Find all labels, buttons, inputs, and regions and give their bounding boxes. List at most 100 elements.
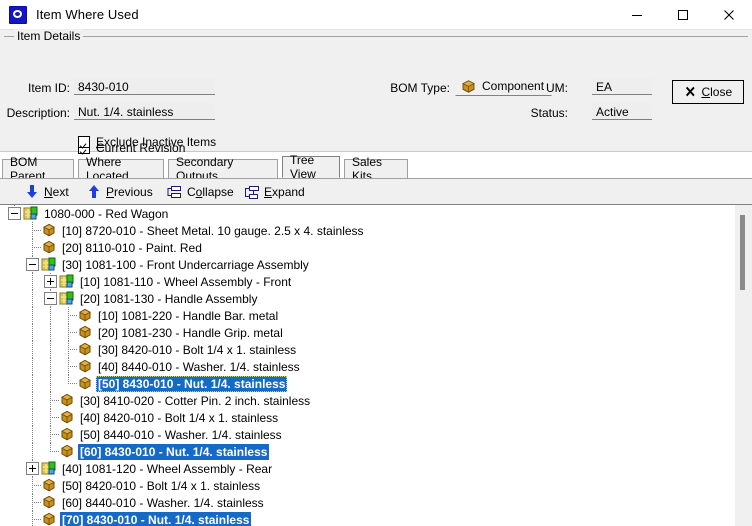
tree-item-label: [50] 8420-010 - Bolt 1/4 x 1. stainless bbox=[62, 478, 261, 493]
um-field[interactable]: EA bbox=[592, 78, 652, 95]
tree-toolbar: Next Previous Collapse Expand bbox=[0, 178, 752, 204]
tree-item-label: [20] 1081-130 - Handle Assembly bbox=[80, 291, 258, 306]
tree-item-label: [10] 1081-220 - Handle Bar. metal bbox=[98, 308, 279, 323]
tree-item[interactable]: [20] 1081-230 - Handle Grip. metal bbox=[0, 324, 728, 341]
close-x-icon: ✕ bbox=[684, 83, 696, 101]
collapse-node-icon[interactable] bbox=[44, 292, 57, 305]
expand-node-icon[interactable] bbox=[26, 462, 39, 475]
tree-item-label: [10] 8720-010 - Sheet Metal. 10 gauge. 2… bbox=[62, 223, 364, 238]
tab-tree-view[interactable]: Tree View bbox=[282, 153, 340, 181]
tree-item[interactable]: [30] 1081-100 - Front Undercarriage Asse… bbox=[0, 256, 728, 273]
tree-item[interactable]: [10] 1081-220 - Handle Bar. metal bbox=[0, 307, 728, 324]
component-icon bbox=[77, 308, 93, 323]
assembly-icon bbox=[41, 461, 57, 476]
tab-bom-parent[interactable]: BOM Parent bbox=[2, 155, 74, 183]
expand-node-icon[interactable] bbox=[44, 275, 57, 288]
tree-connector-line bbox=[50, 434, 60, 435]
tab-where-located[interactable]: Where Located bbox=[78, 155, 164, 183]
expand-label: Expand bbox=[264, 185, 305, 199]
collapse-node-icon[interactable] bbox=[26, 258, 39, 271]
tree-item[interactable]: [40] 8440-010 - Washer. 1/4. stainless bbox=[0, 358, 728, 375]
next-button[interactable]: Next bbox=[22, 182, 73, 202]
tree-guide-line bbox=[32, 358, 33, 375]
tree-guide-line bbox=[50, 358, 51, 375]
item-details-form: Item Details Item ID: 8430-010 Descripti… bbox=[0, 29, 752, 155]
description-field[interactable]: Nut. 1/4. stainless bbox=[74, 103, 215, 120]
tree-item[interactable]: 1080-000 - Red Wagon bbox=[0, 205, 728, 222]
tab-strip: BOM Parent Where Located Secondary Outputs… bbox=[0, 153, 752, 183]
status-field: Active bbox=[592, 103, 652, 120]
component-icon bbox=[77, 359, 93, 374]
collapse-node-icon[interactable] bbox=[8, 207, 21, 220]
tab-sales-kits[interactable]: Sales Kits bbox=[344, 155, 408, 183]
tree-item-label: [40] 1081-120 - Wheel Assembly - Rear bbox=[62, 461, 273, 476]
tree-item-label: [20] 8110-010 - Paint. Red bbox=[62, 240, 202, 255]
minimize-icon bbox=[632, 15, 642, 16]
tree-connector-line bbox=[50, 451, 60, 452]
app-icon bbox=[9, 5, 27, 24]
tree-item[interactable]: [50] 8440-010 - Washer. 1/4. stainless bbox=[0, 426, 728, 443]
assembly-icon bbox=[59, 291, 75, 306]
exclude-inactive-checkbox[interactable]: Exclude Inactive Items bbox=[78, 135, 216, 149]
previous-button[interactable]: Previous bbox=[84, 182, 157, 202]
tree-item[interactable]: [70] 8430-010 - Nut. 1/4. stainless bbox=[0, 511, 728, 526]
maximize-icon bbox=[678, 10, 688, 20]
tree-item[interactable]: [40] 1081-120 - Wheel Assembly - Rear bbox=[0, 460, 728, 477]
tree-item[interactable]: [20] 1081-130 - Handle Assembly bbox=[0, 290, 728, 307]
close-button[interactable] bbox=[706, 0, 752, 30]
next-label: Next bbox=[44, 185, 69, 199]
exclude-inactive-label: Exclude Inactive Items bbox=[96, 135, 217, 149]
tree-connector-line bbox=[68, 366, 78, 367]
tree-item[interactable]: [20] 8110-010 - Paint. Red bbox=[0, 239, 728, 256]
component-icon bbox=[59, 410, 75, 425]
item-id-label: Item ID: bbox=[27, 81, 70, 95]
tree-item[interactable]: [40] 8420-010 - Bolt 1/4 x 1. stainless bbox=[0, 409, 728, 426]
exclude-inactive-check-icon bbox=[78, 136, 90, 148]
tree-connector-line bbox=[68, 349, 78, 350]
tab-secondary-outputs[interactable]: Secondary Outputs bbox=[168, 155, 278, 183]
tree-item-label: [40] 8420-010 - Bolt 1/4 x 1. stainless bbox=[80, 410, 279, 425]
component-icon bbox=[41, 223, 57, 238]
tree-item-label: [60] 8430-010 - Nut. 1/4. stainless bbox=[78, 443, 270, 460]
expand-button[interactable]: Expand bbox=[240, 182, 309, 202]
assembly-icon bbox=[41, 257, 57, 272]
arrow-up-icon bbox=[88, 185, 100, 199]
tree-item[interactable]: [60] 8430-010 - Nut. 1/4. stainless bbox=[0, 443, 728, 460]
component-icon bbox=[41, 240, 57, 255]
tree-item[interactable]: [50] 8420-010 - Bolt 1/4 x 1. stainless bbox=[0, 477, 728, 494]
close-icon bbox=[724, 10, 734, 20]
collapse-button[interactable]: Collapse bbox=[163, 182, 238, 202]
tree-item[interactable]: [30] 8410-020 - Cotter Pin. 2 inch. stai… bbox=[0, 392, 728, 409]
tab-label: Tree View bbox=[290, 153, 316, 181]
component-icon bbox=[77, 376, 93, 391]
tree-guide-line bbox=[32, 307, 33, 324]
tree-guide-line bbox=[32, 273, 33, 290]
tree-scrollbar[interactable] bbox=[735, 205, 752, 526]
item-id-field[interactable]: 8430-010 bbox=[74, 78, 215, 95]
previous-label: Previous bbox=[106, 185, 153, 199]
tree-item[interactable]: [60] 8440-010 - Washer. 1/4. stainless bbox=[0, 494, 728, 511]
tree-view-list[interactable]: 1080-000 - Red Wagon [10] 8720-010 - Shee… bbox=[0, 205, 728, 526]
tree-item[interactable]: [50] 8430-010 - Nut. 1/4. stainless bbox=[0, 375, 728, 392]
tree-item[interactable]: [30] 8420-010 - Bolt 1/4 x 1. stainless bbox=[0, 341, 728, 358]
component-icon bbox=[41, 512, 57, 526]
minimize-button[interactable] bbox=[614, 0, 660, 30]
tree-scrollbar-thumb[interactable] bbox=[740, 215, 745, 290]
tree-item[interactable]: [10] 1081-110 - Wheel Assembly - Front bbox=[0, 273, 728, 290]
arrow-down-icon bbox=[26, 185, 38, 199]
tree-connector-line bbox=[68, 315, 78, 316]
tree-item[interactable]: [10] 8720-010 - Sheet Metal. 10 gauge. 2… bbox=[0, 222, 728, 239]
tree-connector-line bbox=[50, 400, 60, 401]
close-form-button[interactable]: ✕ Close bbox=[672, 80, 744, 104]
component-icon bbox=[59, 444, 75, 459]
component-icon bbox=[59, 427, 75, 442]
maximize-button[interactable] bbox=[660, 0, 706, 30]
tree-item-label: 1080-000 - Red Wagon bbox=[44, 206, 169, 221]
